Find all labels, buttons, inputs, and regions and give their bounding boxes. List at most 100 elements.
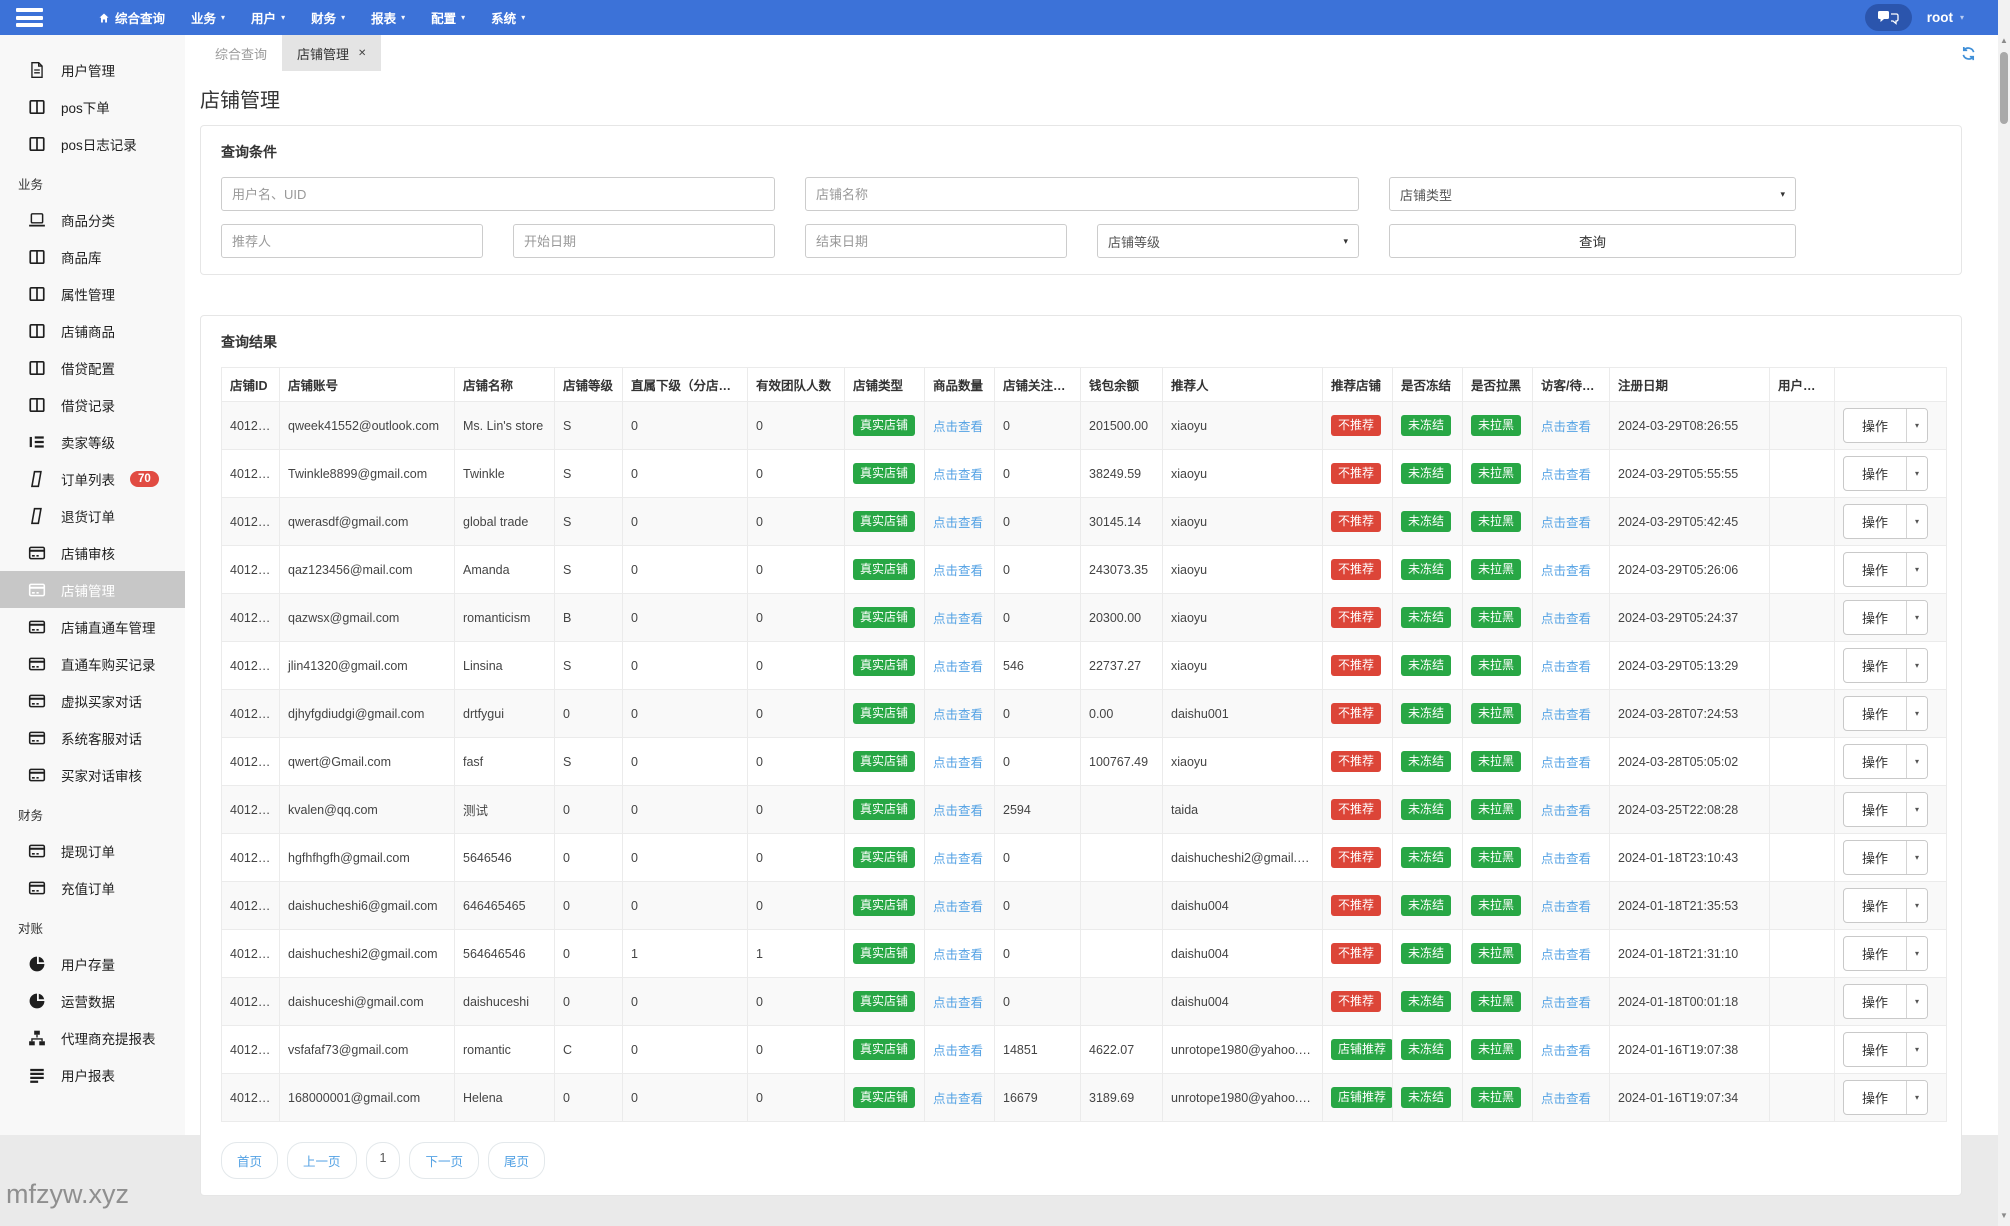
action-button[interactable]: 操作 ▾ <box>1843 888 1929 923</box>
action-button[interactable]: 操作 ▾ <box>1843 552 1929 587</box>
sidebar-item-商品分类[interactable]: 商品分类 <box>0 201 185 238</box>
action-button-label[interactable]: 操作 <box>1844 553 1906 586</box>
visitor-view-link[interactable]: 点击查看 <box>1541 900 1591 914</box>
action-button[interactable]: 操作 ▾ <box>1843 648 1929 683</box>
sidebar-item-充值订单[interactable]: 充值订单 <box>0 869 185 906</box>
chevron-down-icon[interactable]: ▾ <box>1906 889 1928 922</box>
sidebar-item-虚拟买家对话[interactable]: 虚拟买家对话 <box>0 682 185 719</box>
last-page-button[interactable]: 尾页 <box>488 1142 546 1179</box>
menu-icon[interactable] <box>16 8 43 27</box>
visitor-view-link[interactable]: 点击查看 <box>1541 708 1591 722</box>
sidebar-item-用户报表[interactable]: 用户报表 <box>0 1056 185 1093</box>
sidebar-item-店铺直通车管理[interactable]: 店铺直通车管理 <box>0 608 185 645</box>
action-button[interactable]: 操作 ▾ <box>1843 504 1929 539</box>
sidebar-item-店铺审核[interactable]: 店铺审核 <box>0 534 185 571</box>
tab-综合查询[interactable]: 综合查询 <box>200 35 282 71</box>
scroll-down-icon[interactable]: ▼ <box>1998 1211 2010 1220</box>
goods-view-link[interactable]: 点击查看 <box>933 516 983 530</box>
goods-view-link[interactable]: 点击查看 <box>933 1092 983 1106</box>
goods-view-link[interactable]: 点击查看 <box>933 1044 983 1058</box>
navbar-menu-item[interactable]: 报表 ▾ <box>358 0 418 35</box>
tab-店铺管理[interactable]: 店铺管理 ✕ <box>282 35 382 71</box>
action-button-label[interactable]: 操作 <box>1844 649 1906 682</box>
chevron-down-icon[interactable]: ▾ <box>1906 697 1928 730</box>
first-page-button[interactable]: 首页 <box>221 1142 279 1179</box>
chevron-down-icon[interactable]: ▾ <box>1906 457 1928 490</box>
goods-view-link[interactable]: 点击查看 <box>933 708 983 722</box>
visitor-view-link[interactable]: 点击查看 <box>1541 948 1591 962</box>
sidebar-item-退货订单[interactable]: 退货订单 <box>0 497 185 534</box>
sidebar-item-借贷记录[interactable]: 借贷记录 <box>0 386 185 423</box>
action-button-label[interactable]: 操作 <box>1844 745 1906 778</box>
sidebar-item-借贷配置[interactable]: 借贷配置 <box>0 349 185 386</box>
shop-level-select[interactable]: 店铺等级 ▾ <box>1097 224 1359 258</box>
close-icon[interactable]: ✕ <box>358 48 366 59</box>
action-button[interactable]: 操作 ▾ <box>1843 1032 1929 1067</box>
visitor-view-link[interactable]: 点击查看 <box>1541 420 1591 434</box>
navbar-menu-item[interactable]: 系统 ▾ <box>478 0 538 35</box>
scroll-up-icon[interactable]: ▲ <box>1998 36 2010 45</box>
visitor-view-link[interactable]: 点击查看 <box>1541 852 1591 866</box>
end-date-input[interactable] <box>805 224 1067 258</box>
navbar-menu-item[interactable]: 业务 ▾ <box>178 0 238 35</box>
action-button-label[interactable]: 操作 <box>1844 985 1906 1018</box>
visitor-view-link[interactable]: 点击查看 <box>1541 804 1591 818</box>
action-button-label[interactable]: 操作 <box>1844 601 1906 634</box>
chevron-down-icon[interactable]: ▾ <box>1906 1033 1928 1066</box>
shop-name-input[interactable] <box>805 177 1359 211</box>
action-button-label[interactable]: 操作 <box>1844 505 1906 538</box>
sidebar-item-运营数据[interactable]: 运营数据 <box>0 982 185 1019</box>
visitor-view-link[interactable]: 点击查看 <box>1541 516 1591 530</box>
visitor-view-link[interactable]: 点击查看 <box>1541 756 1591 770</box>
search-button[interactable]: 查询 <box>1389 224 1796 258</box>
action-button-label[interactable]: 操作 <box>1844 889 1906 922</box>
action-button-label[interactable]: 操作 <box>1844 793 1906 826</box>
action-button-label[interactable]: 操作 <box>1844 841 1906 874</box>
scrollbar-thumb[interactable] <box>2000 52 2008 124</box>
prev-page-button[interactable]: 上一页 <box>287 1142 357 1179</box>
action-button[interactable]: 操作 ▾ <box>1843 456 1929 491</box>
navbar-menu-item[interactable]: 配置 ▾ <box>418 0 478 35</box>
action-button-label[interactable]: 操作 <box>1844 937 1906 970</box>
goods-view-link[interactable]: 点击查看 <box>933 948 983 962</box>
goods-view-link[interactable]: 点击查看 <box>933 900 983 914</box>
action-button[interactable]: 操作 ▾ <box>1843 1080 1929 1115</box>
chevron-down-icon[interactable]: ▾ <box>1906 553 1928 586</box>
action-button-label[interactable]: 操作 <box>1844 409 1906 442</box>
sidebar-item-属性管理[interactable]: 属性管理 <box>0 275 185 312</box>
action-button[interactable]: 操作 ▾ <box>1843 600 1929 635</box>
goods-view-link[interactable]: 点击查看 <box>933 852 983 866</box>
visitor-view-link[interactable]: 点击查看 <box>1541 564 1591 578</box>
action-button[interactable]: 操作 ▾ <box>1843 984 1929 1019</box>
sidebar-item-系统客服对话[interactable]: 系统客服对话 <box>0 719 185 756</box>
chevron-down-icon[interactable]: ▾ <box>1906 745 1928 778</box>
sidebar-item-用户管理[interactable]: 用户管理 <box>0 51 185 88</box>
start-date-input[interactable] <box>513 224 775 258</box>
chevron-down-icon[interactable]: ▾ <box>1906 985 1928 1018</box>
username-uid-input[interactable] <box>221 177 775 211</box>
vertical-scrollbar[interactable]: ▲ ▼ <box>1998 0 2010 1226</box>
shop-type-select[interactable]: 店铺类型 ▾ <box>1389 177 1796 211</box>
action-button[interactable]: 操作 ▾ <box>1843 792 1929 827</box>
action-button[interactable]: 操作 ▾ <box>1843 408 1929 443</box>
visitor-view-link[interactable]: 点击查看 <box>1541 660 1591 674</box>
goods-view-link[interactable]: 点击查看 <box>933 564 983 578</box>
page-number-button[interactable]: 1 <box>365 1142 401 1179</box>
visitor-view-link[interactable]: 点击查看 <box>1541 468 1591 482</box>
sidebar-item-pos下单[interactable]: pos下单 <box>0 88 185 125</box>
action-button[interactable]: 操作 ▾ <box>1843 840 1929 875</box>
chevron-down-icon[interactable]: ▾ <box>1906 601 1928 634</box>
visitor-view-link[interactable]: 点击查看 <box>1541 1044 1591 1058</box>
visitor-view-link[interactable]: 点击查看 <box>1541 612 1591 626</box>
sidebar-item-卖家等级[interactable]: 卖家等级 <box>0 423 185 460</box>
chevron-down-icon[interactable]: ▾ <box>1906 841 1928 874</box>
action-button[interactable]: 操作 ▾ <box>1843 744 1929 779</box>
action-button[interactable]: 操作 ▾ <box>1843 936 1929 971</box>
refresh-icon[interactable] <box>1961 46 1976 61</box>
chevron-down-icon[interactable]: ▾ <box>1906 505 1928 538</box>
referrer-input[interactable] <box>221 224 483 258</box>
chevron-down-icon[interactable]: ▾ <box>1906 649 1928 682</box>
chevron-down-icon[interactable]: ▾ <box>1906 1081 1928 1114</box>
goods-view-link[interactable]: 点击查看 <box>933 468 983 482</box>
navbar-menu-item[interactable]: 财务 ▾ <box>298 0 358 35</box>
